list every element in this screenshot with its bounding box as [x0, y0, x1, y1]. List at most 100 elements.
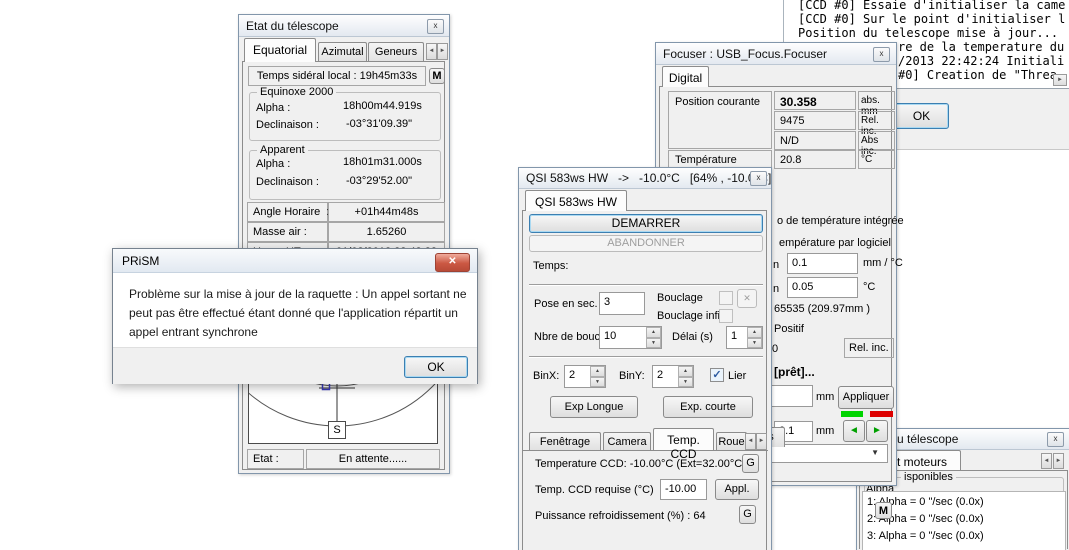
qsi-titlebar[interactable]: QSI 583ws HW -> -10.0°C [64% , -10.0°C]: [519, 168, 771, 189]
list-item[interactable]: 3: Alpha = 0 "/sec (0.0x): [867, 530, 984, 542]
qsi-window-title: QSI 583ws HW -> -10.0°C [64% , -10.0°C]: [526, 171, 771, 185]
temp-requise-label: Temp. CCD requise (°C): [535, 484, 654, 496]
telescope-window: Etat du télescope x Equatorial Azimutal …: [238, 14, 450, 474]
eq-alpha-value: 18h00m44.919s: [343, 100, 422, 112]
focuser-titlebar[interactable]: Focuser : USB_Focus.Focuser: [656, 43, 896, 65]
spin-down-icon[interactable]: ▼: [646, 338, 661, 349]
unit-abs-mm: abs. mm: [858, 91, 895, 110]
direction-value: Positif: [774, 323, 804, 335]
unit-rel-inc: Rel. inc.: [858, 111, 895, 130]
prism-ok-button[interactable]: OK: [404, 356, 468, 378]
close-icon[interactable]: x: [750, 171, 767, 186]
chevron-down-icon: ▼: [871, 448, 879, 457]
speeds-group-label: isponibles: [901, 471, 956, 483]
pose-input[interactable]: 3: [599, 292, 645, 315]
etat-label-box: Etat :: [247, 449, 304, 469]
graph-button-power[interactable]: G: [739, 505, 756, 524]
delai-stepper[interactable]: 1 ▲▼: [726, 326, 763, 349]
max-course-value: 65535 (209.97mm ): [774, 303, 870, 315]
tab-scroll-right-icon[interactable]: ►: [1053, 453, 1064, 469]
exp-longue-button[interactable]: Exp Longue: [550, 396, 638, 418]
software-compensation-label: empérature par logiciel: [779, 237, 891, 249]
graph-button-temp[interactable]: G: [742, 454, 759, 473]
comp-threshold-input[interactable]: 0.05: [787, 277, 858, 298]
equinoxe-group-label: Equinoxe 2000: [257, 86, 336, 98]
close-icon[interactable]: x: [873, 47, 890, 62]
eq-alpha-label: Alpha :: [256, 102, 290, 114]
ok-button[interactable]: OK: [894, 103, 949, 129]
move-out-button[interactable]: ►: [866, 420, 888, 442]
spin-down-icon[interactable]: ▼: [590, 377, 605, 388]
focuser-m-button[interactable]: M: [875, 502, 892, 519]
tab-digital[interactable]: Digital: [662, 66, 709, 87]
spin-up-icon[interactable]: ▲: [678, 366, 693, 377]
separator: [529, 284, 763, 286]
tab-scroll-left-icon[interactable]: ◄: [426, 43, 437, 60]
temperature-ccd-line: Temperature CCD: -10.00°C (Ext=32.00°C): [535, 458, 746, 470]
lier-label: Lier: [728, 370, 746, 382]
focuser-window-title: Focuser : USB_Focus.Focuser: [663, 47, 827, 61]
tab-qsi-583ws-hw[interactable]: QSI 583ws HW: [525, 190, 627, 211]
telescope-titlebar[interactable]: Etat du télescope: [239, 15, 449, 37]
temp-requise-input[interactable]: -10.00: [660, 479, 707, 500]
tab-scroll-left-icon[interactable]: ◄: [745, 433, 756, 450]
south-marker: S: [328, 421, 346, 439]
rel-value-fragment: 0: [772, 343, 778, 355]
spin-up-icon[interactable]: ▲: [747, 327, 762, 338]
binx-stepper[interactable]: 2 ▲▼: [564, 365, 606, 388]
close-icon[interactable]: x: [427, 19, 444, 34]
nbre-boucles-stepper[interactable]: 10 ▲▼: [599, 326, 662, 349]
ap-dec-value: -03°29'52.00": [346, 175, 412, 187]
stop-loop-button[interactable]: ✕: [737, 289, 757, 308]
tab-scroll-left-icon[interactable]: ◄: [1041, 453, 1052, 469]
temps-label: Temps:: [533, 260, 568, 272]
appl-button[interactable]: Appl.: [715, 479, 759, 500]
etat-value-box: En attente......: [306, 449, 440, 469]
spin-down-icon[interactable]: ▼: [747, 338, 762, 349]
move-in-button[interactable]: ◄: [843, 420, 865, 442]
tab-equatorial[interactable]: Equatorial: [244, 38, 316, 62]
binx-value: 2: [565, 366, 590, 387]
biny-label: BinY:: [619, 370, 645, 382]
tab-roue[interactable]: Roue: [716, 432, 747, 450]
tab-scroll-right-icon[interactable]: ►: [756, 433, 767, 450]
unit-abs-inc: Abs inc.: [858, 131, 895, 150]
green-indicator: [841, 411, 863, 417]
check-icon: ✓: [712, 369, 721, 381]
delai-label: Délai (s): [672, 331, 713, 343]
delai-value: 1: [727, 327, 747, 348]
log-line: Position du telescope mise à jour...: [798, 26, 1058, 40]
tab-camera[interactable]: Camera: [603, 432, 651, 450]
goto-unit-mm: mm: [816, 391, 834, 403]
spin-up-icon[interactable]: ▲: [646, 327, 661, 338]
comp-coef-input[interactable]: 0.1: [787, 253, 858, 274]
tab-scroll-right-icon[interactable]: ►: [437, 43, 448, 60]
bouclage-infini-checkbox[interactable]: [719, 309, 733, 323]
lier-checkbox[interactable]: ✓: [710, 368, 724, 382]
tab-geneurs[interactable]: Geneurs: [368, 42, 424, 62]
prism-dialog-titlebar[interactable]: PRiSM: [113, 249, 477, 273]
close-icon[interactable]: ✕: [435, 253, 470, 272]
mount-button[interactable]: M: [429, 68, 445, 84]
bouclage-checkbox[interactable]: [719, 291, 733, 305]
motors-window-title: u télescope: [897, 432, 958, 446]
tab-temp-ccd[interactable]: Temp. CCD: [653, 428, 714, 450]
prism-dialog: PRiSM ✕ Problème sur la mise à jour de l…: [112, 248, 478, 384]
row-label: Angle Horaire :: [247, 202, 328, 222]
abandonner-button[interactable]: ABANDONNER: [529, 235, 763, 252]
demarrer-button[interactable]: DEMARRER: [529, 214, 763, 233]
spin-up-icon[interactable]: ▲: [590, 366, 605, 377]
scroll-right-icon[interactable]: ►: [1053, 74, 1067, 86]
spin-down-icon[interactable]: ▼: [678, 377, 693, 388]
desktop: [CCD #0] Essaie d'initialiser la came [C…: [0, 0, 1069, 550]
alpha-speed-list: 1: Alpha = 0 "/sec (0.0x) 2: Alpha = 0 "…: [862, 491, 1066, 550]
bouclage-infini-label: Bouclage infini: [657, 310, 729, 322]
exp-courte-button[interactable]: Exp. courte: [663, 396, 753, 418]
appliquer-button[interactable]: Appliquer: [838, 386, 894, 409]
tab-azimutal[interactable]: Azimutal: [318, 42, 367, 62]
tab-fenetrage[interactable]: Fenêtrage: [529, 432, 601, 450]
biny-stepper[interactable]: 2 ▲▼: [652, 365, 694, 388]
close-icon[interactable]: x: [1047, 432, 1064, 447]
puissance-line: Puissance refroidissement (%) : 64: [535, 510, 706, 522]
green-right-arrow-icon: ►: [872, 425, 882, 436]
